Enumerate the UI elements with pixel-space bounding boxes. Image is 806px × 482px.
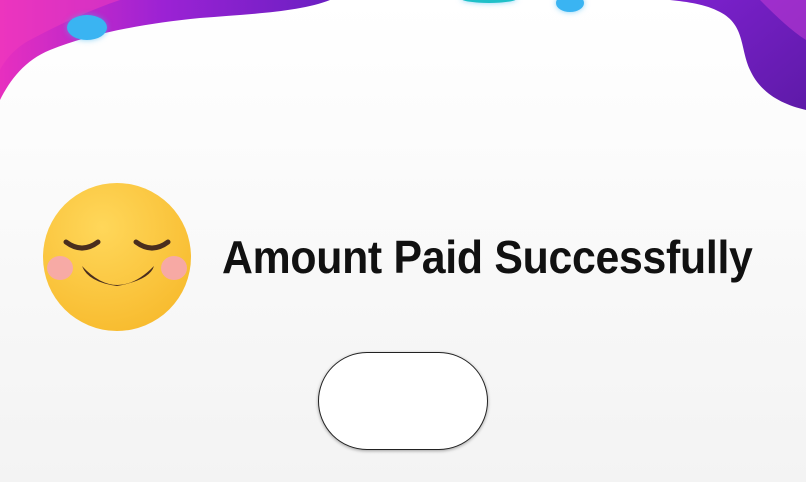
decorative-wave-header [0, 0, 806, 110]
payment-success-screen: Amount Paid Successfully [0, 0, 806, 482]
continue-button[interactable] [318, 352, 488, 450]
payment-success-message: Amount Paid Successfully [222, 231, 753, 283]
smiling-face-icon [43, 183, 191, 331]
decorative-bubble [67, 15, 107, 40]
